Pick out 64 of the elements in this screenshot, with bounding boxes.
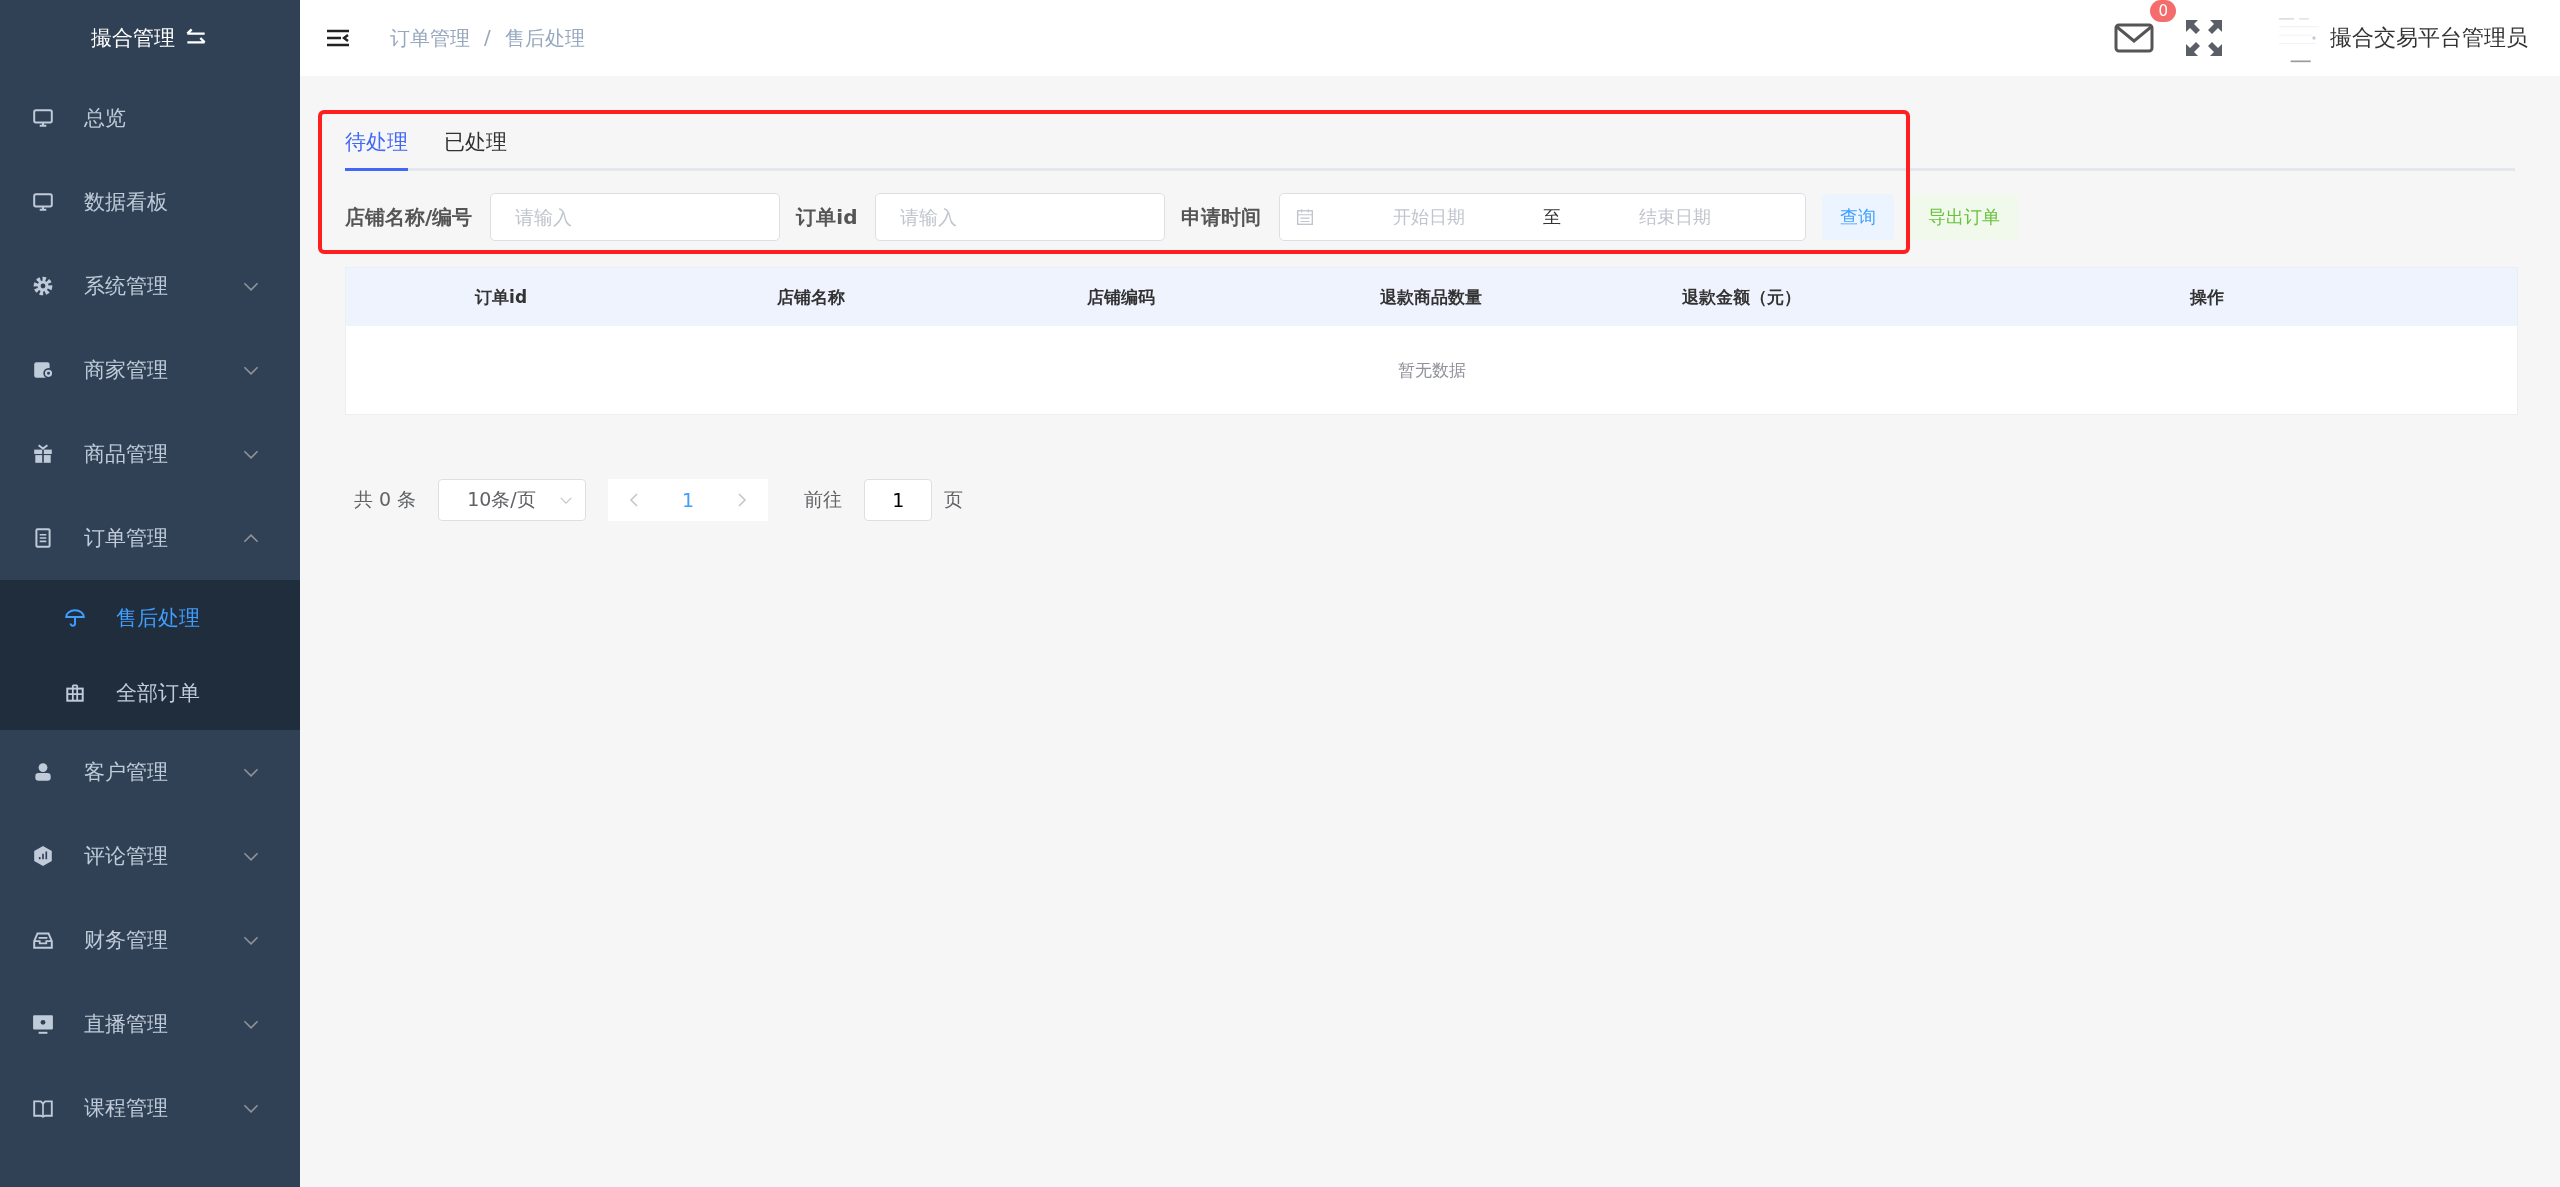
chevron-down-icon — [559, 495, 574, 505]
umbrella-icon — [64, 606, 86, 629]
tab[interactable]: 待处理 — [345, 128, 408, 171]
sidebar-item[interactable]: 评论管理 — [0, 814, 300, 898]
field-label: 订单id — [796, 203, 858, 231]
gift-icon — [32, 443, 54, 465]
chevron-down-icon — [242, 850, 260, 862]
calendar-icon — [1296, 208, 1315, 226]
chevron-up-icon — [242, 532, 260, 544]
sidebar-item[interactable]: 总览 — [0, 76, 300, 160]
chart-hexagon-icon — [32, 845, 54, 867]
settings-icon — [32, 275, 54, 297]
field-label: 店铺名称/编号 — [345, 203, 473, 231]
page-suffix: 页 — [944, 487, 964, 512]
screen-icon — [32, 1013, 54, 1035]
sidebar-item[interactable]: 商品管理 — [0, 412, 300, 496]
sidebar-item[interactable]: 课程管理 — [0, 1066, 300, 1150]
inbox-icon — [32, 929, 54, 951]
page-input[interactable]: 1 — [864, 479, 933, 521]
column-header: 退款商品数量 — [1379, 285, 1484, 309]
package-icon — [64, 681, 86, 704]
column-header: 操作 — [2188, 285, 2225, 309]
column-header: 订单id — [473, 285, 529, 309]
column-header: 退款金额（元） — [1681, 285, 1803, 309]
sidebar-item[interactable]: 财务管理 — [0, 898, 300, 982]
sidebar-item[interactable]: 数据看板 — [0, 160, 300, 244]
sidebar-item[interactable]: 商家管理 — [0, 328, 300, 412]
empty-message: 暂无数据 — [1397, 358, 1466, 382]
date-range-field[interactable]: 开始日期 至 结束日期 — [1279, 193, 1807, 241]
menu-icon[interactable] — [326, 28, 350, 48]
fullscreen-icon[interactable] — [2184, 18, 2224, 58]
app-title: 撮合管理 — [91, 25, 175, 52]
notification-badge: 0 — [2150, 0, 2176, 22]
mail-icon[interactable] — [2114, 22, 2154, 54]
page-size-select[interactable]: 10条/页 — [438, 479, 587, 521]
field-label: 申请时间 — [1181, 203, 1262, 231]
monitor-icon — [32, 191, 54, 213]
sidebar-item[interactable]: 系统管理 — [0, 244, 300, 328]
document-icon — [32, 527, 54, 549]
input-field[interactable]: 请输入 — [490, 193, 781, 241]
input-field[interactable]: 请输入 — [875, 193, 1166, 241]
chevron-down-icon — [242, 448, 260, 460]
total-count: 共 0 条 — [354, 487, 417, 512]
chevron-down-icon — [242, 1018, 260, 1030]
chevron-down-icon — [242, 1102, 260, 1114]
goto-label: 前往 — [804, 487, 843, 512]
column-header: 店铺名称 — [776, 285, 847, 309]
store-icon — [32, 359, 54, 381]
submenu-item[interactable]: 售后处理 — [0, 580, 300, 655]
user-name[interactable]: 撮合交易平台管理员 — [2330, 23, 2528, 53]
chevron-down-icon — [242, 934, 260, 946]
tab[interactable]: 已处理 — [444, 128, 507, 171]
chevron-down-icon — [242, 364, 260, 376]
breadcrumb-separator: / — [484, 24, 491, 51]
book-icon — [32, 1097, 54, 1119]
chevron-down-icon — [242, 280, 260, 292]
submenu-item[interactable]: 全部订单 — [0, 655, 300, 730]
sidebar-item[interactable]: 订单管理 — [0, 496, 300, 580]
chevron-down-icon — [242, 766, 260, 778]
sidebar-item[interactable]: 直播管理 — [0, 982, 300, 1066]
column-header: 店铺编码 — [1086, 285, 1157, 309]
monitor-icon — [32, 107, 54, 129]
user-icon — [32, 761, 54, 783]
sidebar-item[interactable]: 客户管理 — [0, 730, 300, 814]
